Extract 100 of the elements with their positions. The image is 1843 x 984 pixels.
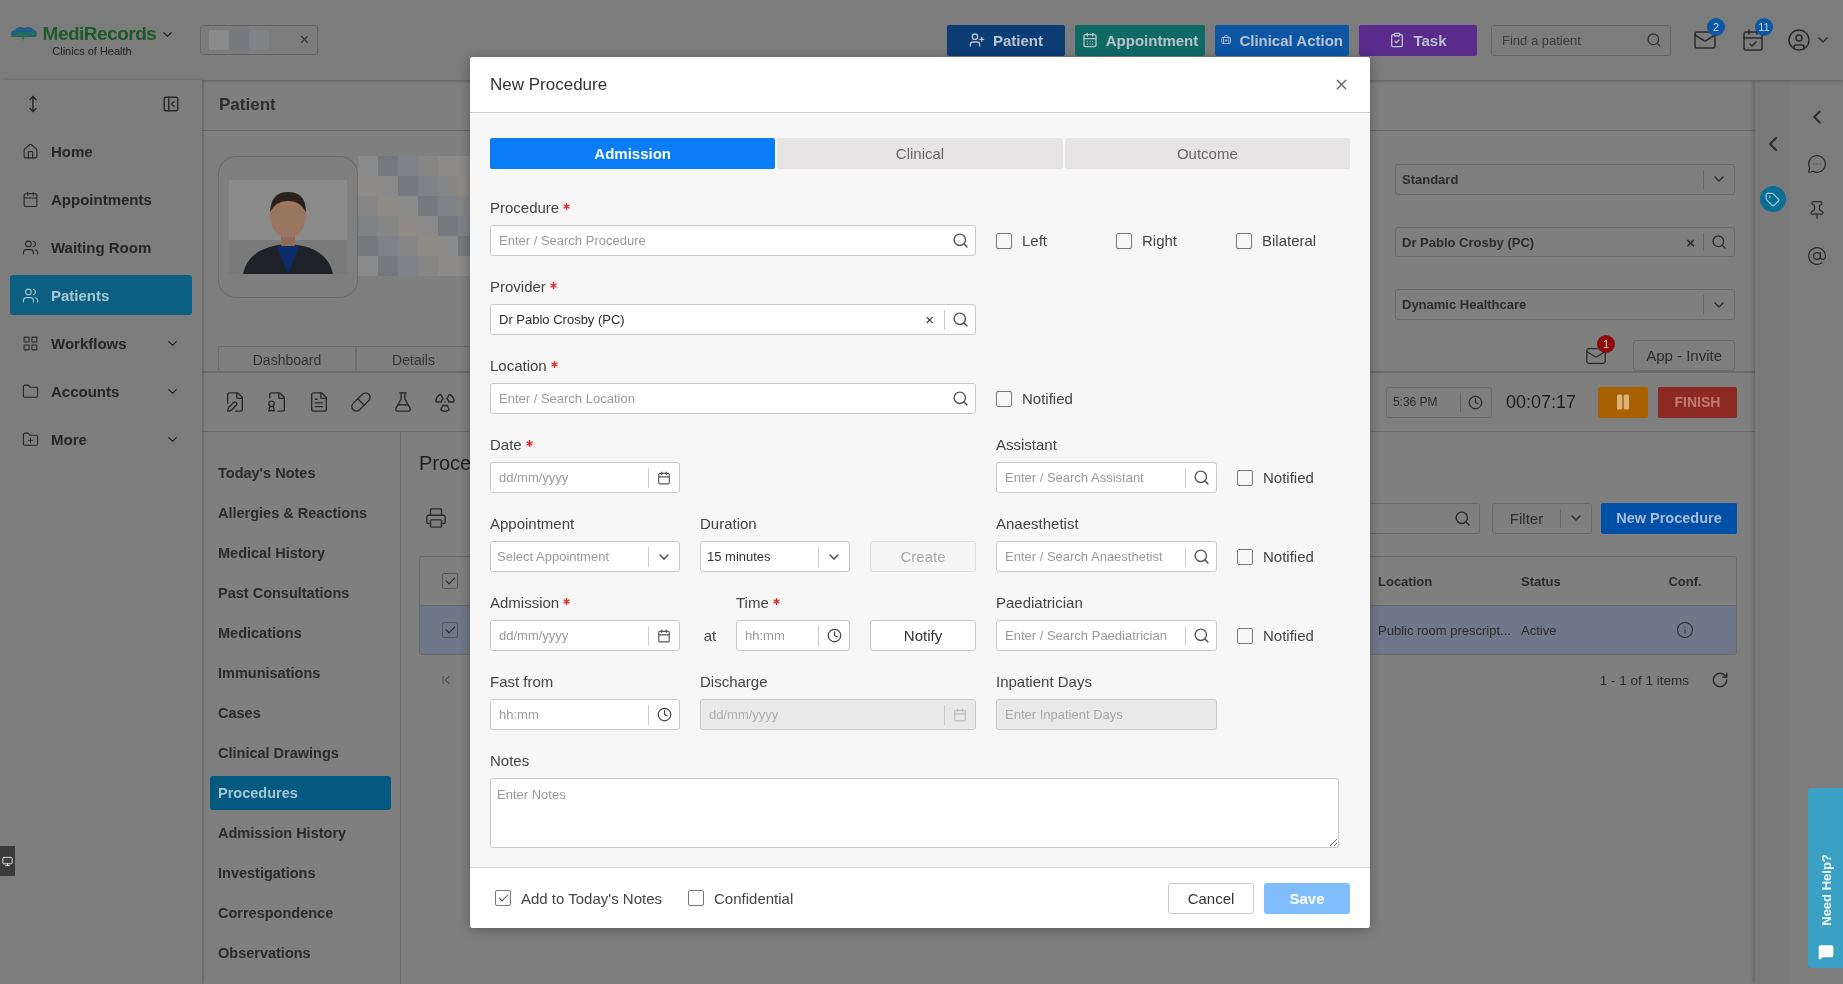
record-menu-item[interactable]: Past Consultations bbox=[210, 576, 391, 610]
checkbox-label: Left bbox=[1022, 232, 1048, 249]
checkbox-label: Add to Today's Notes bbox=[521, 889, 662, 907]
record-menu-item[interactable]: Investigations bbox=[210, 856, 391, 890]
elapsed-timer: 00:07:17 bbox=[1505, 391, 1576, 413]
text-input[interactable]: Enter / Search Assistant bbox=[1003, 469, 1185, 486]
text-input[interactable]: Find a patient bbox=[1500, 31, 1646, 49]
new-procedure-button[interactable]: New Procedure bbox=[1601, 502, 1737, 534]
record-menu-item[interactable]: Clinical Drawings bbox=[210, 736, 391, 770]
invite-button[interactable]: App - Invite bbox=[1633, 340, 1735, 371]
record-menu-item[interactable]: Today's Notes bbox=[210, 456, 391, 490]
text-input[interactable]: hh:mm bbox=[743, 627, 818, 644]
action-button[interactable]: Patient bbox=[947, 24, 1065, 56]
text-input[interactable]: Dr Pablo Crosby (PC) bbox=[497, 311, 926, 328]
column-header: Conf. bbox=[1668, 573, 1702, 589]
field-label: Appointment bbox=[490, 515, 575, 533]
checkbox-label: Notified bbox=[1263, 627, 1314, 644]
field-label: Location bbox=[490, 357, 547, 375]
select-field[interactable]: Standard bbox=[1395, 164, 1735, 195]
record-menu-item[interactable]: Procedures bbox=[210, 776, 391, 810]
record-menu-item[interactable]: Medications bbox=[210, 616, 391, 650]
sidebar-item[interactable]: Home bbox=[10, 131, 192, 171]
tab[interactable]: Admission bbox=[490, 138, 776, 169]
help-tab[interactable]: Need Help? bbox=[1808, 788, 1843, 968]
count-badge: 2 bbox=[1707, 18, 1725, 36]
field-label: Inpatient Days bbox=[996, 673, 1092, 691]
staff-search-field[interactable]: Enter / Search Assistant bbox=[996, 462, 1217, 493]
text-input[interactable]: dd/mm/yyyy bbox=[497, 469, 648, 486]
field-label: Duration bbox=[700, 515, 757, 533]
field-label: Discharge bbox=[700, 673, 768, 691]
duration-select[interactable]: 15 minutes bbox=[700, 541, 850, 572]
record-menu-item[interactable]: Cases bbox=[210, 696, 391, 730]
sidebar-item[interactable]: Accounts bbox=[10, 371, 192, 411]
sidebar-item[interactable]: More bbox=[10, 419, 192, 459]
text-input[interactable]: Enter / Search Anaesthetist bbox=[1003, 548, 1185, 565]
at-text: at bbox=[702, 626, 718, 646]
sidebar-item[interactable]: Patients bbox=[10, 275, 192, 315]
text-input[interactable]: dd/mm/yyyy bbox=[497, 627, 648, 644]
notify-button[interactable]: Notify bbox=[870, 620, 976, 651]
patient-tab[interactable]: Dashboard bbox=[218, 346, 356, 373]
checkbox-label: Bilateral bbox=[1262, 232, 1317, 249]
action-button[interactable]: Appointment bbox=[1075, 24, 1205, 56]
field-label: Date bbox=[490, 436, 522, 454]
date-field[interactable]: dd/mm/yyyy bbox=[490, 462, 680, 493]
cancel-button[interactable]: Cancel bbox=[1168, 882, 1254, 914]
sidebar-item[interactable]: Waiting Room bbox=[10, 227, 192, 267]
brand-subtitle: Clinics of Health bbox=[52, 45, 132, 57]
brand-name: MediRecords bbox=[42, 23, 157, 45]
column-header: Status bbox=[1521, 573, 1561, 589]
staff-search-field[interactable]: Enter / Search Paediatrician bbox=[996, 620, 1217, 651]
record-menu-item[interactable]: Observations bbox=[210, 936, 391, 970]
admission-date-field[interactable]: dd/mm/yyyy bbox=[490, 620, 680, 651]
clear-text[interactable]: × bbox=[1686, 233, 1695, 251]
finish-button[interactable]: FINISH bbox=[1658, 386, 1737, 418]
field-label: Provider bbox=[490, 278, 546, 296]
provider-field[interactable]: Dr Pablo Crosby (PC) × bbox=[490, 304, 976, 335]
tab[interactable]: Outcome bbox=[1064, 138, 1350, 169]
action-button[interactable]: Task bbox=[1359, 24, 1477, 56]
fast-from-time-field[interactable]: hh:mm bbox=[490, 699, 680, 730]
staff-search-field[interactable]: Enter / Search Anaesthetist bbox=[996, 541, 1217, 572]
record-menu-item[interactable]: Correspondence bbox=[210, 896, 391, 930]
time-field[interactable]: hh:mm bbox=[736, 620, 850, 651]
location-field[interactable]: Enter / Search Location bbox=[490, 383, 976, 414]
table-cell: Active bbox=[1521, 622, 1557, 638]
table-cell: Public room prescript... bbox=[1378, 622, 1511, 638]
checkbox-label: Right bbox=[1142, 232, 1178, 249]
filter-button[interactable]: Filter bbox=[1492, 502, 1592, 534]
field-label: Notes bbox=[490, 752, 530, 770]
time-field[interactable]: 5:36 PM bbox=[1385, 386, 1492, 418]
clear-text[interactable]: × bbox=[925, 311, 934, 328]
patient-tab[interactable]: × bbox=[200, 25, 318, 55]
search-field[interactable]: Find a patient bbox=[1491, 24, 1671, 56]
field-label: Admission bbox=[490, 594, 560, 612]
notes-field[interactable]: Enter Notes bbox=[490, 778, 1339, 848]
search-field[interactable]: Dr Pablo Crosby (PC) × bbox=[1395, 226, 1735, 258]
sidebar-item[interactable]: Appointments bbox=[10, 179, 192, 219]
field-label: Assistant bbox=[996, 436, 1057, 454]
appointment-select[interactable]: Select Appointment bbox=[490, 541, 680, 572]
field-label: Anaesthetist bbox=[996, 515, 1079, 533]
column-header: Location bbox=[1378, 573, 1433, 589]
field-label: Time bbox=[736, 594, 769, 612]
tab[interactable]: Clinical bbox=[777, 138, 1063, 169]
record-menu-item[interactable]: Immunisations bbox=[210, 656, 391, 690]
record-menu-item[interactable]: Medical History bbox=[210, 536, 391, 570]
section-title: Proce bbox=[419, 452, 472, 476]
checkbox-label: Notified bbox=[1263, 469, 1314, 486]
count-badge: 11 bbox=[1755, 18, 1773, 36]
field-label: Paediatrician bbox=[996, 594, 1083, 612]
action-button[interactable]: Clinical Action bbox=[1215, 24, 1349, 56]
text-input[interactable]: hh:mm bbox=[497, 706, 648, 723]
sidebar-item[interactable]: Workflows bbox=[10, 323, 192, 363]
record-menu-item[interactable]: Allergies & Reactions bbox=[210, 496, 391, 530]
close-text[interactable]: × bbox=[299, 31, 309, 49]
field-label: Procedure bbox=[490, 199, 560, 217]
procedure-field[interactable]: Enter / Search Procedure bbox=[490, 225, 976, 256]
text-input[interactable]: Enter / Search Paediatrician bbox=[1003, 627, 1185, 644]
record-menu-item[interactable]: Admission History bbox=[210, 816, 391, 850]
text-input[interactable]: Enter / Search Location bbox=[497, 390, 945, 407]
text-input[interactable]: Enter / Search Procedure bbox=[497, 232, 945, 249]
select-field[interactable]: Dynamic Healthcare bbox=[1395, 289, 1735, 320]
